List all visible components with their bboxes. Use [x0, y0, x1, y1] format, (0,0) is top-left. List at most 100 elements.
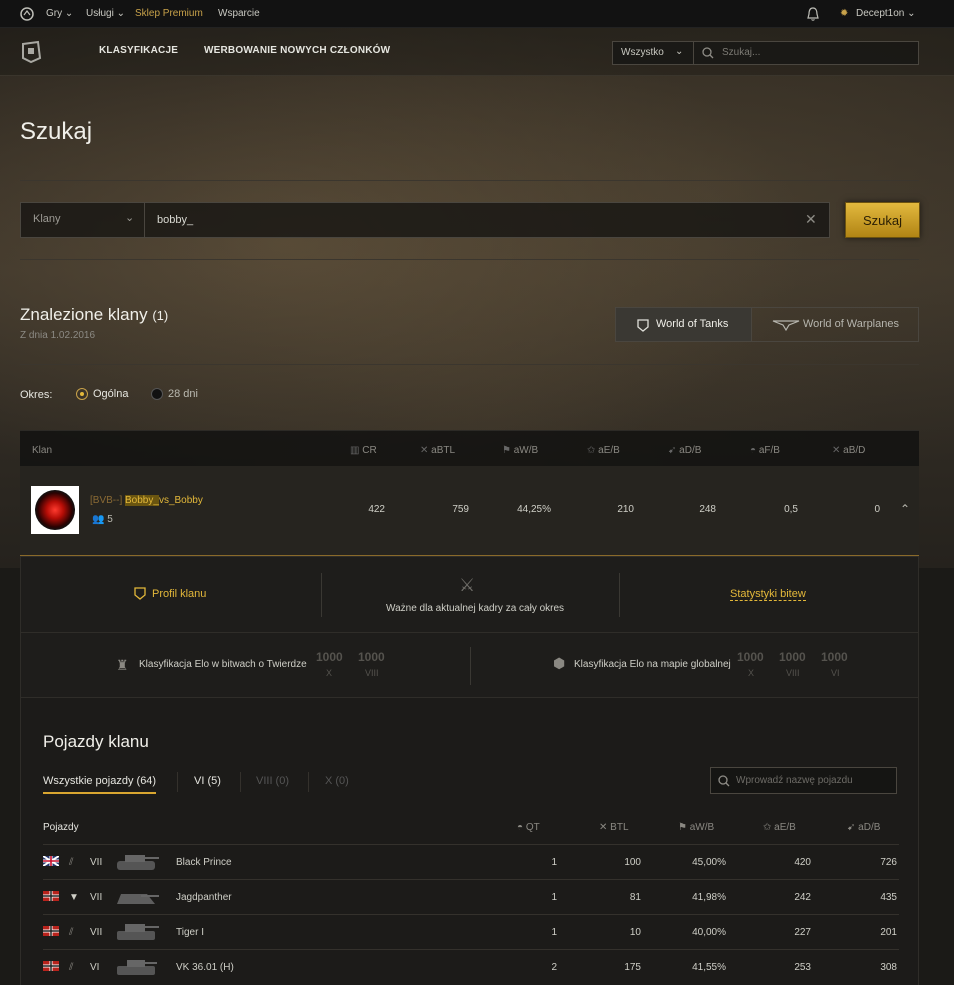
nav-rankings[interactable]: KLASYFIKACJE [99, 45, 178, 56]
results-title-text: Znalezione klany [20, 305, 148, 324]
header-search-placeholder: Szukaj... [722, 47, 761, 58]
damage-icon: ➹ [847, 822, 856, 833]
vehicle-row[interactable]: ⫽ VII Black Prince 1 100 45,00% 420 726 [43, 844, 899, 878]
period-option-28days[interactable]: 28 dni [151, 388, 198, 400]
clan-profile-link[interactable]: Profil klanu [134, 587, 206, 600]
flag-icon: ⚑ [502, 445, 511, 456]
col-afb[interactable]: ◓ aF/B [750, 445, 780, 456]
germany-flag-icon [43, 891, 59, 901]
vehicle-qt: 1 [551, 857, 557, 868]
col-cr[interactable]: ▥ CR [350, 445, 377, 456]
elo-stronghold-tier-viii: VIII [365, 668, 379, 678]
tab-tier-x[interactable]: X (0) [325, 775, 349, 787]
vehicle-search-placeholder: Wprowadź nazwę pojazdu [736, 775, 853, 786]
vehicle-eb: 227 [794, 927, 811, 938]
vehicle-btl: 81 [629, 892, 641, 903]
tab-all-vehicles[interactable]: Wszystkie pojazdy (64) [43, 775, 157, 794]
col-abd[interactable]: ✕ aB/D [832, 445, 865, 456]
divider [20, 364, 919, 365]
tab-world-of-warplanes[interactable]: World of Warplanes [751, 308, 919, 341]
period-option-28days-label: 28 dni [168, 388, 198, 400]
search-type-value: Klany [33, 213, 61, 225]
col-vadb[interactable]: ➹ aD/B [847, 822, 880, 833]
scope-select[interactable]: Wszystko ⌄ [612, 41, 694, 65]
vehicle-search-input[interactable]: Wprowadź nazwę pojazdu [710, 767, 897, 794]
col-vawb[interactable]: ⚑ aW/B [678, 822, 714, 833]
tab-world-of-tanks-label: World of Tanks [656, 318, 729, 330]
clan-members: 👥 5 [92, 514, 113, 525]
search-button[interactable]: Szukaj [845, 202, 920, 238]
search-icon [718, 775, 730, 787]
shield-icon [134, 587, 146, 600]
col-aeb[interactable]: ✩ aE/B [587, 445, 620, 456]
nav-recruiting[interactable]: WERBOWANIE NOWYCH CZŁONKÓW [204, 45, 390, 56]
clan-search-input[interactable]: bobby_ ✕ [144, 202, 830, 238]
games-menu-label: Gry [46, 8, 63, 19]
divider [177, 772, 178, 792]
user-menu[interactable]: Decept1on ⌄ [856, 8, 916, 19]
chevron-up-icon[interactable]: ⌃ [900, 502, 910, 516]
period-option-overall[interactable]: Ogólna [76, 388, 128, 400]
period-label: Okres: [20, 389, 53, 401]
col-abtl-label: aBTL [431, 445, 456, 456]
elo-global-viii: 1000 [779, 650, 806, 664]
vehicles-title: Pojazdy klanu [43, 732, 149, 751]
clan-awb: 44,25% [517, 504, 551, 515]
clan-name[interactable]: [BVB--] Bobby_vs_Bobby [90, 495, 203, 506]
tab-tier-vi[interactable]: VI (5) [194, 775, 221, 787]
col-vehicles[interactable]: Pojazdy [43, 822, 79, 833]
premium-shop-link[interactable]: Sklep Premium [135, 8, 203, 19]
col-abd-label: aB/D [843, 445, 866, 456]
divider [240, 772, 241, 792]
page-title: Szukaj [20, 118, 93, 145]
user-rank-icon: ✹ [840, 8, 849, 19]
results-title: Znalezione klany (1) [20, 305, 168, 325]
games-menu[interactable]: Gry ⌄ [46, 8, 73, 19]
col-qt[interactable]: ◓ QT [517, 822, 540, 833]
vehicle-row[interactable]: ▼ VII Jagdpanther 1 81 41,98% 242 435 [43, 879, 899, 913]
results-date: Z dnia 1.02.2016 [20, 330, 96, 341]
star-icon: ✩ [587, 445, 596, 456]
clan-detail-note: Ważne dla aktualnej kadry za cały okres [386, 603, 565, 614]
col-vawb-label: aW/B [689, 822, 715, 833]
radio-unchecked-icon [151, 388, 163, 400]
vehicle-tier: VI [90, 962, 100, 973]
vehicle-qt: 2 [551, 962, 557, 973]
col-awb[interactable]: ⚑ aW/B [502, 445, 538, 456]
stronghold-icon: ♜ [116, 657, 129, 673]
col-btl[interactable]: ✕ BTL [599, 822, 629, 833]
rating-icon: ▥ [350, 445, 360, 456]
elo-global-tier-vi: VI [831, 668, 840, 678]
services-menu[interactable]: Usługi ⌄ [86, 8, 125, 19]
col-adb[interactable]: ➹ aD/B [668, 445, 701, 456]
wargaming-logo-icon[interactable] [20, 7, 34, 21]
col-qt-label: QT [525, 822, 540, 833]
vehicle-tier: VII [90, 857, 103, 868]
bell-icon[interactable] [806, 6, 820, 22]
clan-row[interactable]: [BVB--] Bobby_vs_Bobby 👥 5 422 759 44,25… [20, 466, 919, 556]
elo-global-x: 1000 [737, 650, 764, 664]
clear-icon[interactable]: ✕ [805, 211, 817, 228]
vehicle-db: 726 [880, 857, 897, 868]
chevron-down-icon: ⌄ [675, 46, 684, 57]
support-link[interactable]: Wsparcie [218, 8, 260, 19]
header-search-input[interactable]: Szukaj... [693, 41, 919, 65]
vehicle-wb: 40,00% [692, 927, 726, 938]
col-abtl[interactable]: ✕ aBTL [420, 445, 455, 456]
clans-logo-icon[interactable] [20, 40, 42, 64]
tab-tier-viii[interactable]: VIII (0) [256, 775, 289, 787]
elo-global-label: Klasyfikacja Elo na mapie globalnej [574, 659, 731, 670]
vehicle-row[interactable]: ⫽ VII Tiger I 1 10 40,00% 227 201 [43, 914, 899, 948]
period-option-overall-label: Ogólna [93, 388, 129, 400]
search-type-select[interactable]: Klany ⌄ [20, 202, 145, 238]
search-icon [702, 47, 714, 59]
col-clan[interactable]: Klan [32, 445, 52, 456]
tab-world-of-tanks[interactable]: World of Tanks [616, 308, 751, 341]
clan-aeb: 210 [617, 504, 634, 515]
col-vaeb[interactable]: ✩ aE/B [763, 822, 796, 833]
battle-stats-link[interactable]: Statystyki bitew [730, 588, 806, 601]
vehicle-row[interactable]: ⫽ VI VK 36.01 (H) 2 175 41,55% 253 308 [43, 949, 899, 983]
germany-flag-icon [43, 961, 59, 971]
elo-stronghold-viii: 1000 [358, 650, 385, 664]
chevron-down-icon: ⌄ [116, 8, 125, 19]
